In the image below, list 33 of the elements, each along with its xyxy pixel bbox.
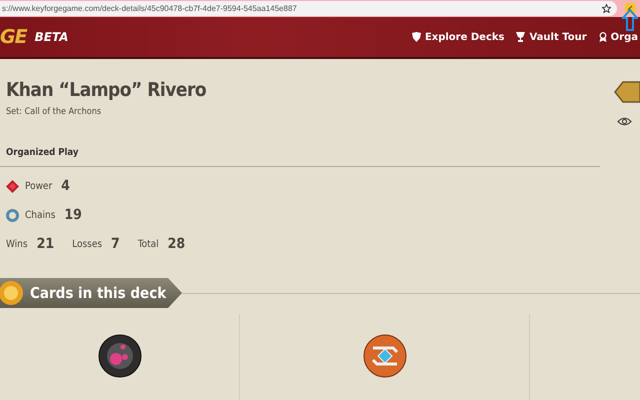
house-icon[interactable] (362, 334, 406, 378)
url-text: s://www.keyforgegame.com/deck-details/45c90478-cb7f-4de7-9594-545aa145e887 (2, 4, 298, 13)
eye-icon[interactable] (617, 117, 632, 126)
stat-value: 4 (61, 178, 70, 194)
nav-link[interactable]: Explore Decks (412, 32, 504, 42)
deck-title: Khan “Lampo” Rivero (6, 79, 206, 101)
set-label: Set: Call of the Archons (6, 107, 102, 117)
cup-icon (516, 32, 526, 42)
arrow-icon (622, 9, 638, 31)
nav-link[interactable]: Vault Tour (516, 32, 587, 42)
tab-handle[interactable] (614, 81, 640, 103)
medal-icon (598, 32, 607, 42)
stat-label: Chains (25, 210, 56, 220)
shield-icon (412, 32, 421, 42)
coin-icon (0, 280, 26, 306)
gem-icon (6, 180, 19, 192)
record-label: Losses (72, 238, 102, 250)
record-label: Wins (6, 238, 28, 250)
record-value: 28 (168, 236, 186, 252)
star-icon[interactable] (602, 4, 611, 13)
nav-link[interactable]: Orga (598, 32, 638, 42)
house-icon[interactable] (98, 334, 142, 378)
stat-label: Power (25, 180, 52, 192)
record-label: Total (138, 238, 159, 250)
logo-text[interactable]: GE (0, 26, 29, 48)
address-bar[interactable]: s://www.keyforgegame.com/deck-details/45c90478-cb7f-4de7-9594-545aa145e887 (0, 1, 617, 16)
section-banner: Cards in this deck (0, 278, 182, 308)
section-heading: Organized Play (6, 147, 80, 158)
beta-label: BETA (34, 30, 68, 44)
record-value: 21 (36, 236, 54, 252)
stat-value: 19 (64, 207, 82, 223)
record-value: 7 (111, 236, 120, 252)
ring-icon (6, 208, 19, 222)
